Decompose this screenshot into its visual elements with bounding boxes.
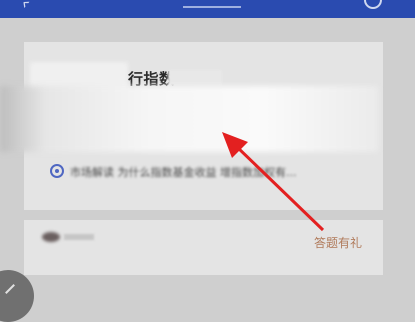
annotation-arrow-icon xyxy=(222,132,325,232)
